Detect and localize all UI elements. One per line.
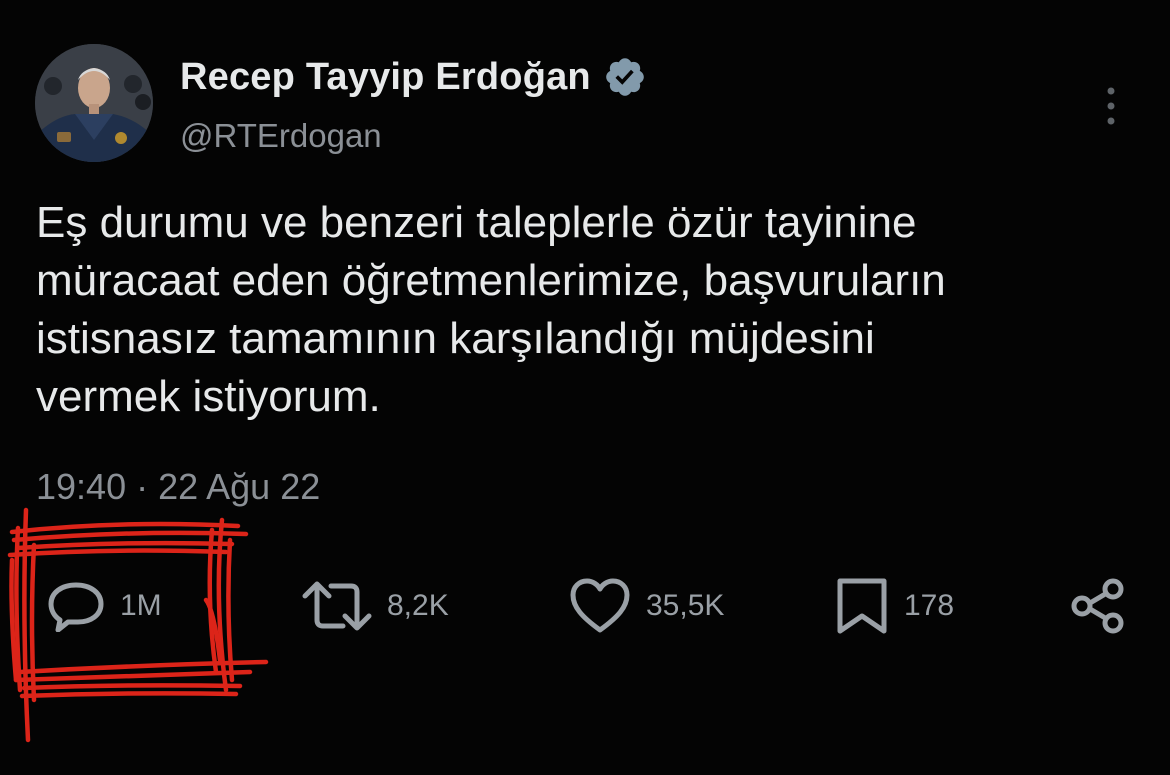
heart-icon — [570, 578, 630, 633]
retweet-icon — [302, 581, 372, 631]
share-icon — [1071, 578, 1124, 634]
author-display-name[interactable]: Recep Tayyip Erdoğan — [180, 56, 591, 99]
reply-count: 1M — [120, 589, 162, 622]
tweet-timestamp[interactable]: 19:40 · 22 Ağu 22 — [36, 466, 320, 508]
verified-badge-icon — [606, 58, 644, 96]
bookmark-icon — [837, 578, 887, 634]
bookmark-button[interactable]: 178 — [834, 574, 954, 638]
reply-button[interactable]: 1M — [46, 574, 162, 638]
tweet-text: Eş durumu ve benzeri taleplerle özür tay… — [36, 198, 946, 421]
profile-photo-illustration — [35, 44, 153, 162]
bookmark-count: 178 — [904, 589, 955, 622]
retweet-button[interactable]: 8,2K — [301, 574, 449, 638]
author-handle[interactable]: @RTErdogan — [180, 117, 382, 155]
more-vertical-icon[interactable] — [1103, 85, 1119, 127]
tweet-actions-bar: 1M 8,2K 35,5K 178 — [0, 574, 1170, 638]
like-count: 35,5K — [646, 589, 725, 622]
avatar[interactable] — [35, 44, 153, 162]
like-button[interactable]: 35,5K — [568, 574, 724, 638]
tweet-card: Recep Tayyip Erdoğan @RTErdogan Eş durum… — [0, 0, 1170, 775]
retweet-count: 8,2K — [387, 589, 449, 622]
reply-icon — [48, 582, 104, 632]
author-name-row[interactable]: Recep Tayyip Erdoğan — [180, 54, 647, 100]
share-button[interactable] — [1068, 574, 1128, 638]
